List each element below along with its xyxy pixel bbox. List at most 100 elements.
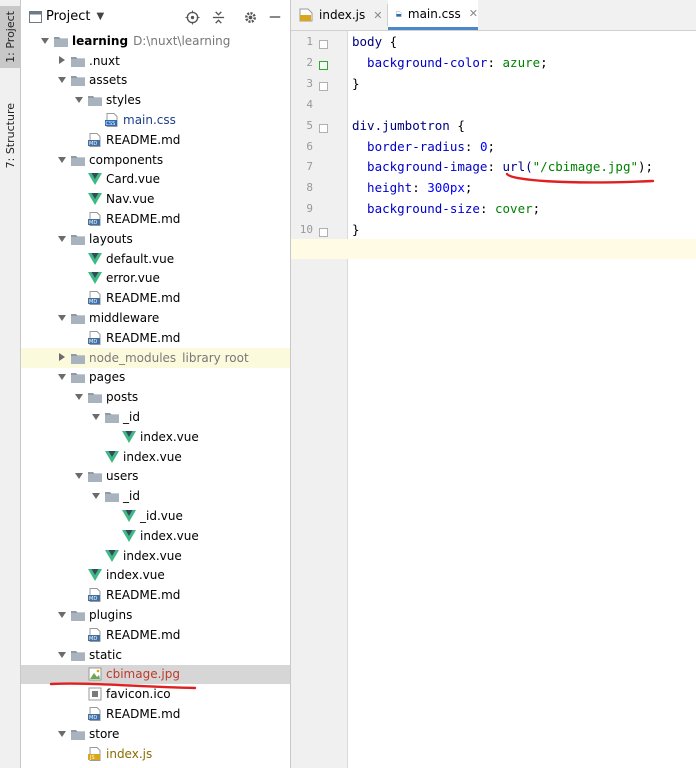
folder-icon [87, 93, 103, 107]
tree-file-row[interactable]: _id.vue [21, 506, 290, 526]
line-number: 5 [306, 118, 313, 132]
tree-folder-row[interactable]: static [21, 645, 290, 665]
tree-file-row[interactable]: JS index.js [21, 744, 290, 764]
tree-item-label: index.vue [140, 528, 199, 543]
tree-folder-row[interactable]: components [21, 150, 290, 170]
tree-folder-row[interactable]: learning D:\nuxt\learning [21, 31, 290, 51]
collapsed-arrow-icon[interactable] [56, 55, 68, 67]
tree-file-row[interactable]: Card.vue [21, 170, 290, 190]
fold-marker-icon[interactable] [319, 123, 328, 133]
locate-icon[interactable] [184, 9, 200, 25]
expanded-arrow-icon[interactable] [39, 35, 51, 47]
expanded-arrow-icon[interactable] [56, 233, 68, 245]
tree-file-row[interactable]: index.vue [21, 526, 290, 546]
tree-file-row[interactable]: MD README.md [21, 130, 290, 150]
close-icon[interactable]: ✕ [469, 7, 478, 20]
fold-marker-icon[interactable] [319, 81, 328, 91]
expanded-arrow-icon[interactable] [56, 74, 68, 86]
tree-item-label: README.md [106, 291, 181, 306]
tree-file-row[interactable]: MD README.md [21, 585, 290, 605]
gear-icon[interactable] [242, 9, 258, 25]
folder-icon [70, 351, 86, 365]
expanded-arrow-icon[interactable] [56, 371, 68, 383]
project-tool-tab[interactable]: 1: Project [0, 6, 20, 68]
folder-icon [104, 489, 120, 503]
tree-folder-row[interactable]: .nuxt [21, 51, 290, 71]
code-token: cover [495, 201, 533, 217]
tree-folder-row[interactable]: plugins [21, 605, 290, 625]
tree-file-row[interactable]: index.vue [21, 546, 290, 566]
vue-file-icon [104, 549, 120, 563]
css-file-icon: CSS [104, 113, 120, 128]
project-tool-tab-label: 1: Project [3, 11, 17, 63]
color-preview-icon[interactable] [319, 60, 328, 70]
expanded-arrow-icon[interactable] [90, 490, 102, 502]
tree-file-row[interactable]: Nav.vue [21, 189, 290, 209]
md-file-icon: MD [87, 212, 103, 227]
tree-folder-row[interactable]: posts [21, 387, 290, 407]
vue-file-icon [121, 529, 137, 543]
tab-main-css[interactable]: main.css ✕ [388, 0, 478, 30]
tool-window-strip: 1: Project 7: Structure [0, 0, 21, 768]
tree-folder-row[interactable]: store [21, 724, 290, 744]
tree-item-label: _id [123, 489, 140, 504]
tree-folder-row[interactable]: _id [21, 486, 290, 506]
tree-item-label: README.md [106, 627, 181, 642]
editor-gutter: 1234567891011 [291, 31, 348, 768]
tree-folder-row[interactable]: styles [21, 90, 290, 110]
tree-folder-row[interactable]: middleware [21, 308, 290, 328]
tree-file-row[interactable]: error.vue [21, 269, 290, 289]
fold-marker-icon[interactable] [319, 228, 328, 238]
structure-tool-tab[interactable]: 7: Structure [0, 96, 20, 176]
expanded-arrow-icon[interactable] [56, 154, 68, 166]
md-file-icon: MD [87, 291, 103, 306]
svg-text:MD: MD [89, 141, 97, 147]
tree-file-row[interactable]: CSS main.css [21, 110, 290, 130]
expanded-arrow-icon[interactable] [56, 609, 68, 621]
tree-file-row[interactable]: MD README.md [21, 625, 290, 645]
expanded-arrow-icon[interactable] [90, 411, 102, 423]
md-file-icon: MD [87, 627, 103, 642]
tree-file-row[interactable]: index.vue [21, 447, 290, 467]
expanded-arrow-icon[interactable] [56, 649, 68, 661]
expanded-arrow-icon[interactable] [73, 391, 85, 403]
collapse-icon[interactable] [210, 9, 226, 25]
line-number: 1 [306, 35, 313, 48]
tree-folder-row[interactable]: node_modules library root [21, 347, 290, 368]
tree-file-row[interactable]: MD README.md [21, 328, 290, 348]
tree-folder-row[interactable]: layouts [21, 229, 290, 249]
tree-folder-row[interactable]: _id [21, 407, 290, 427]
tree-folder-row[interactable]: pages [21, 368, 290, 388]
tree-file-row[interactable]: MD README.md [21, 704, 290, 724]
project-panel-title[interactable]: Project [46, 9, 90, 24]
collapsed-arrow-icon[interactable] [56, 352, 68, 364]
tree-folder-row[interactable]: users [21, 467, 290, 487]
md-file-icon: MD [87, 330, 103, 345]
expanded-arrow-icon[interactable] [73, 94, 85, 106]
tree-file-row[interactable]: MD README.md [21, 209, 290, 229]
tree-file-row[interactable]: default.vue [21, 249, 290, 269]
close-icon[interactable]: ✕ [373, 9, 382, 22]
tab-main-css-label: main.css [407, 6, 461, 21]
expanded-arrow-icon[interactable] [73, 470, 85, 482]
tree-file-row[interactable]: MD README.md [21, 288, 290, 308]
fold-marker-icon[interactable] [319, 40, 328, 49]
tree-folder-row[interactable]: assets [21, 71, 290, 91]
code-token: } [352, 75, 360, 91]
expanded-arrow-icon[interactable] [56, 312, 68, 324]
code-token: body [352, 34, 383, 49]
view-mode-dropdown-icon[interactable]: ▼ [96, 11, 104, 22]
minimize-icon[interactable] [267, 9, 283, 25]
tree-file-row[interactable]: index.vue [21, 427, 290, 447]
tab-index-js[interactable]: index.js ✕ [291, 0, 387, 30]
tree-file-row[interactable]: index.vue [21, 566, 290, 586]
expanded-arrow-icon[interactable] [56, 728, 68, 740]
code-area[interactable]: body { background-color: azure;} div.jumb… [348, 31, 696, 768]
code-token: { [449, 117, 465, 133]
